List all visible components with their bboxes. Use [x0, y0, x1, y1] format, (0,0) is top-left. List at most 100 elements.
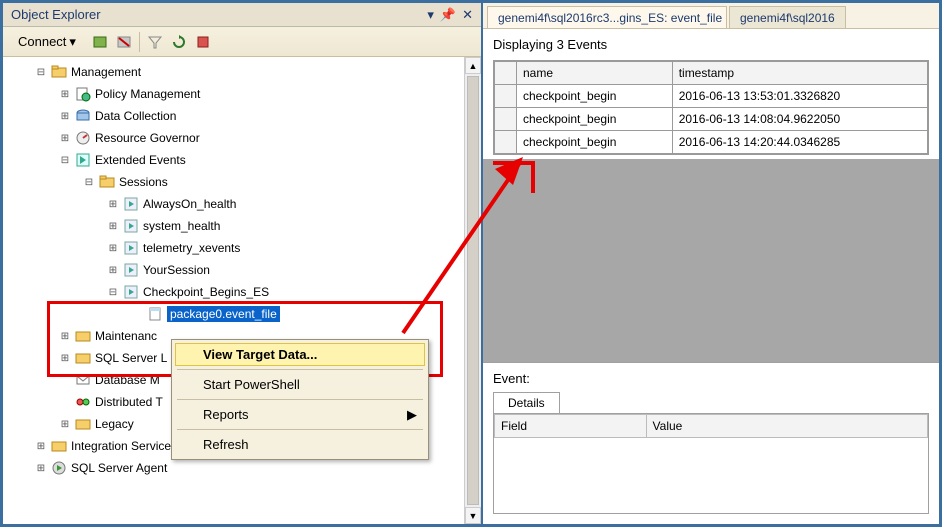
tree-label: Data Collection	[95, 109, 176, 123]
tree-label-selected: package0.event_file	[167, 306, 280, 322]
menu-separator	[177, 369, 423, 370]
tree-label: SQL Server Agent	[71, 461, 167, 475]
cell-timestamp: 2016-06-13 14:08:04.9622050	[672, 108, 927, 131]
tree-label: Extended Events	[95, 153, 186, 167]
tree-node-extended-events[interactable]: Extended Events	[7, 149, 481, 171]
event-count-label: Displaying 3 Events	[483, 29, 939, 56]
tree-label: SQL Server L	[95, 351, 167, 365]
cell-name: checkpoint_begin	[517, 131, 673, 154]
data-collection-icon	[75, 108, 91, 124]
cell-name: checkpoint_begin	[517, 85, 673, 108]
disconnect-icon[interactable]	[115, 33, 133, 51]
events-table[interactable]: name timestamp checkpoint_begin 2016-06-…	[493, 60, 929, 155]
tree-node-management[interactable]: Management	[7, 61, 481, 83]
filter-icon[interactable]	[146, 33, 164, 51]
tree-node-data-collection[interactable]: Data Collection	[7, 105, 481, 127]
tab-details[interactable]: Details	[493, 392, 560, 413]
connect-button[interactable]: Connect ▾	[9, 31, 85, 53]
session-icon	[123, 218, 139, 234]
policy-icon	[75, 86, 91, 102]
tab-label: genemi4f\sql2016	[740, 11, 835, 25]
pin-icon[interactable]: 📌	[440, 7, 456, 23]
folder-icon	[75, 328, 91, 344]
tree-label: Sessions	[119, 175, 168, 189]
tree-label: Management	[71, 65, 141, 79]
table-row[interactable]: checkpoint_begin 2016-06-13 13:53:01.332…	[495, 85, 928, 108]
tree-node-sessions[interactable]: Sessions	[7, 171, 481, 193]
tree-node-resource-governor[interactable]: Resource Governor	[7, 127, 481, 149]
tree-label: AlwaysOn_health	[143, 197, 236, 211]
close-icon[interactable]: ✕	[462, 7, 473, 23]
sql-agent-icon	[51, 460, 67, 476]
document-tabbar: genemi4f\sql2016rc3...gins_ES: event_fil…	[483, 3, 939, 29]
connect-label: Connect	[18, 34, 66, 49]
session-icon	[123, 196, 139, 212]
submenu-arrow-icon: ▶	[407, 407, 417, 423]
menu-view-target-data[interactable]: View Target Data...	[175, 343, 425, 366]
tree-node-checkpoint-begins[interactable]: Checkpoint_Begins_ES	[7, 281, 481, 303]
col-field[interactable]: Field	[495, 415, 647, 438]
database-mail-icon	[75, 372, 91, 388]
extended-events-icon	[75, 152, 91, 168]
col-value[interactable]: Value	[646, 415, 927, 438]
cell-name: checkpoint_begin	[517, 108, 673, 131]
tree-node-system-health[interactable]: system_health	[7, 215, 481, 237]
table-header-row: name timestamp	[495, 62, 928, 85]
tab-event-file[interactable]: genemi4f\sql2016rc3...gins_ES: event_fil…	[487, 6, 727, 28]
tab-label: genemi4f\sql2016rc3...gins_ES: event_fil…	[498, 11, 722, 25]
tree-label: Policy Management	[95, 87, 200, 101]
folder-icon	[51, 438, 67, 454]
scroll-down-icon[interactable]: ▼	[465, 507, 481, 524]
cell-timestamp: 2016-06-13 14:20:44.0346285	[672, 131, 927, 154]
event-file-icon	[147, 306, 163, 322]
context-menu[interactable]: View Target Data... Start PowerShell Rep…	[171, 339, 429, 460]
scroll-up-icon[interactable]: ▲	[465, 57, 481, 74]
scroll-thumb[interactable]	[467, 76, 479, 505]
stop-icon[interactable]	[194, 33, 212, 51]
table-row[interactable]: checkpoint_begin 2016-06-13 14:20:44.034…	[495, 131, 928, 154]
chevron-down-icon: ▾	[69, 34, 76, 50]
event-label: Event:	[493, 371, 929, 386]
tree-node-package0[interactable]: package0.event_file	[7, 303, 481, 325]
cell-timestamp: 2016-06-13 13:53:01.3326820	[672, 85, 927, 108]
object-explorer-toolbar: Connect ▾	[3, 27, 481, 57]
tree-label: Database M	[95, 373, 160, 387]
menu-reports[interactable]: Reports ▶	[175, 403, 425, 426]
table-row[interactable]: checkpoint_begin 2016-06-13 14:08:04.962…	[495, 108, 928, 131]
dropdown-icon[interactable]: ▾	[427, 7, 434, 23]
tree-node-telemetry[interactable]: telemetry_xevents	[7, 237, 481, 259]
object-explorer-title: Object Explorer	[11, 7, 101, 22]
tab-other[interactable]: genemi4f\sql2016	[729, 6, 846, 28]
detail-grid[interactable]: Field Value	[493, 414, 929, 514]
menu-separator	[177, 429, 423, 430]
tree-node-sql-agent[interactable]: SQL Server Agent	[7, 457, 481, 479]
object-explorer-header: Object Explorer ▾ 📌 ✕	[3, 3, 481, 27]
tree-label: YourSession	[143, 263, 210, 277]
tree-label: Resource Governor	[95, 131, 200, 145]
tree-node-alwayson[interactable]: AlwaysOn_health	[7, 193, 481, 215]
folder-icon	[99, 174, 115, 190]
menu-refresh[interactable]: Refresh	[175, 433, 425, 456]
tree-label: telemetry_xevents	[143, 241, 240, 255]
folder-icon	[75, 350, 91, 366]
tree-label: Checkpoint_Begins_ES	[143, 285, 269, 299]
refresh-icon[interactable]	[170, 33, 188, 51]
tree-node-yoursession[interactable]: YourSession	[7, 259, 481, 281]
grid-filler	[483, 159, 939, 362]
folder-icon	[51, 64, 67, 80]
tree-label: Legacy	[95, 417, 134, 431]
tree-label: Maintenanc	[95, 329, 157, 343]
session-icon	[123, 284, 139, 300]
tree-label: system_health	[143, 219, 220, 233]
folder-icon	[75, 416, 91, 432]
distributed-icon	[75, 394, 91, 410]
menu-reports-label: Reports	[203, 407, 249, 422]
col-timestamp[interactable]: timestamp	[672, 62, 927, 85]
tree-label: Distributed T	[95, 395, 163, 409]
tree-scrollbar[interactable]: ▲ ▼	[464, 57, 481, 524]
col-name[interactable]: name	[517, 62, 673, 85]
session-icon	[123, 240, 139, 256]
tree-node-policy[interactable]: Policy Management	[7, 83, 481, 105]
menu-start-powershell[interactable]: Start PowerShell	[175, 373, 425, 396]
connect-db-icon[interactable]	[91, 33, 109, 51]
